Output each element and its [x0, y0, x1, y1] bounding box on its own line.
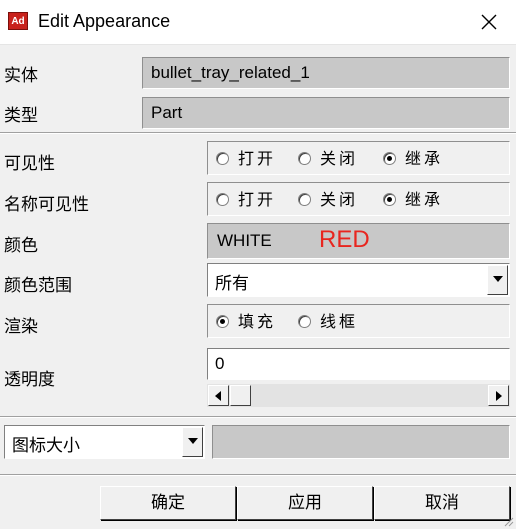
radio-label: 打开 [238, 149, 277, 168]
render-radio-group: 填充 线框 [207, 304, 510, 338]
radio-label: 关闭 [320, 190, 359, 209]
color-scope-dropdown[interactable]: 所有 [207, 263, 510, 297]
visibility-radio-group: 打开 关闭 继承 [207, 141, 510, 175]
radio-label: 继承 [405, 190, 444, 209]
separator [0, 416, 516, 418]
radio-indicator [216, 315, 229, 328]
arrow-left-icon[interactable] [208, 385, 229, 406]
resize-grip-icon[interactable] [502, 515, 514, 527]
chevron-down-icon[interactable] [182, 427, 203, 457]
window-title: Edit Appearance [38, 11, 171, 31]
icon-size-value: 图标大小 [12, 436, 80, 456]
radio-label: 线框 [320, 312, 359, 331]
separator [0, 132, 516, 134]
type-field: Part [142, 97, 510, 129]
icon-size-dropdown[interactable]: 图标大小 [4, 425, 205, 459]
radio-indicator [383, 152, 396, 165]
name-visibility-radio-group: 打开 关闭 继承 [207, 182, 510, 216]
transparency-input[interactable]: 0 [207, 348, 510, 380]
entity-label: 实体 [4, 66, 38, 86]
app-icon: Ad [8, 12, 28, 30]
color-field[interactable]: WHITE RED [207, 223, 510, 259]
radio-indicator [383, 193, 396, 206]
chevron-down-icon[interactable] [487, 265, 508, 295]
color-overlay-text: RED [319, 226, 370, 253]
scrollbar-thumb[interactable] [230, 385, 251, 406]
transparency-scrollbar[interactable] [207, 384, 510, 407]
radio-label: 关闭 [320, 149, 359, 168]
icon-size-field [212, 425, 510, 459]
radio-label: 填充 [238, 312, 277, 331]
close-icon [481, 14, 497, 30]
radio-indicator [298, 193, 311, 206]
radio-indicator [298, 315, 311, 328]
color-scope-label: 颜色范围 [4, 276, 72, 296]
radio-indicator [298, 152, 311, 165]
color-scope-value: 所有 [215, 274, 249, 294]
type-label: 类型 [4, 106, 38, 126]
close-button[interactable] [466, 0, 512, 44]
title-bar: Ad Edit Appearance [0, 0, 516, 45]
entity-field: bullet_tray_related_1 [142, 57, 510, 89]
color-value: WHITE [217, 231, 272, 250]
radio-indicator [216, 152, 229, 165]
visibility-label: 可见性 [4, 154, 55, 174]
radio-label: 打开 [238, 190, 277, 209]
transparency-label: 透明度 [4, 370, 55, 390]
radio-indicator [216, 193, 229, 206]
apply-button[interactable]: 应用 [237, 486, 373, 520]
ok-button[interactable]: 确定 [100, 486, 236, 520]
cancel-button[interactable]: 取消 [374, 486, 510, 520]
radio-label: 继承 [405, 149, 444, 168]
separator [0, 474, 516, 476]
render-label: 渲染 [4, 317, 38, 337]
name-visibility-label: 名称可见性 [4, 195, 89, 215]
color-label: 颜色 [4, 236, 38, 256]
arrow-right-icon[interactable] [488, 385, 509, 406]
